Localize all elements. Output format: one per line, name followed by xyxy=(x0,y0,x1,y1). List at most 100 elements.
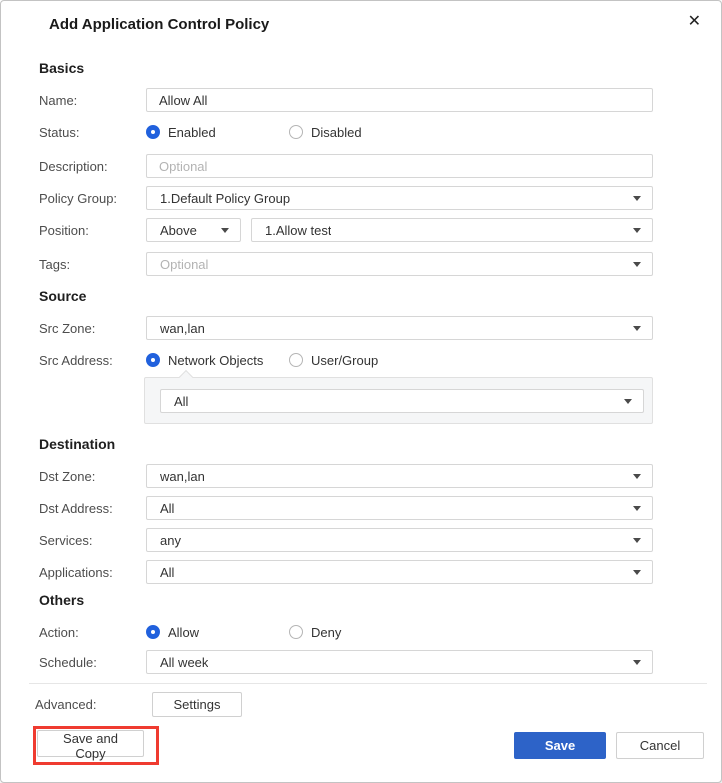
dialog-header: Add Application Control Policy ✕ xyxy=(1,1,721,36)
dst-address-value: All xyxy=(160,500,175,516)
src-address-network-objects-radio[interactable]: Network Objects xyxy=(146,353,289,368)
schedule-row: Schedule: All week xyxy=(39,650,653,674)
dialog-body: Basics Name: Status: Enabled Disabled D xyxy=(1,60,721,674)
dialog-footer: Advanced: Settings Save and Copy Save Ca… xyxy=(1,684,721,765)
schedule-field-wrap: All week xyxy=(146,650,653,674)
action-deny-radio[interactable]: Deny xyxy=(289,625,432,640)
src-address-network-objects-label: Network Objects xyxy=(168,352,264,368)
save-button[interactable]: Save xyxy=(514,732,606,759)
save-and-copy-button[interactable]: Save and Copy xyxy=(37,730,144,761)
status-disabled-label: Disabled xyxy=(311,124,362,140)
position-mode-select[interactable]: Above xyxy=(146,218,241,242)
src-zone-select[interactable]: wan,lan xyxy=(146,316,653,340)
action-radio-group: Allow Deny xyxy=(146,625,653,640)
chevron-down-icon xyxy=(633,474,641,479)
status-enabled-label: Enabled xyxy=(168,124,216,140)
position-field-wrap: Above 1.Allow test xyxy=(146,218,653,242)
src-address-panel-row: All xyxy=(39,369,653,424)
schedule-select[interactable]: All week xyxy=(146,650,653,674)
applications-select[interactable]: All xyxy=(146,560,653,584)
src-address-user-group-label: User/Group xyxy=(311,352,379,368)
chevron-down-icon xyxy=(624,399,632,404)
chevron-down-icon xyxy=(633,660,641,665)
dst-address-label: Dst Address: xyxy=(39,500,113,516)
radio-unselected-icon xyxy=(289,125,303,139)
network-objects-value: All xyxy=(174,393,189,409)
position-mode-value: Above xyxy=(160,222,197,238)
callout-notch xyxy=(178,369,194,385)
radio-selected-icon xyxy=(146,625,160,639)
services-value: any xyxy=(160,532,181,548)
policy-group-select[interactable]: 1.Default Policy Group xyxy=(146,186,653,210)
settings-button[interactable]: Settings xyxy=(152,692,242,717)
dst-zone-field-wrap: wan,lan xyxy=(146,464,653,488)
chevron-down-icon xyxy=(633,228,641,233)
status-disabled-radio[interactable]: Disabled xyxy=(289,125,432,140)
src-address-user-group-radio[interactable]: User/Group xyxy=(289,353,432,368)
action-allow-label: Allow xyxy=(168,624,200,640)
close-icon[interactable]: ✕ xyxy=(688,13,701,31)
section-header-destination: Destination xyxy=(39,436,116,452)
status-label: Status: xyxy=(39,124,80,140)
position-label: Position: xyxy=(39,222,89,238)
src-address-radio-group: Network Objects User/Group xyxy=(146,353,653,368)
policy-group-value: 1.Default Policy Group xyxy=(160,190,291,206)
chevron-down-icon xyxy=(633,326,641,331)
name-input[interactable] xyxy=(146,88,653,112)
status-radio-group: Enabled Disabled xyxy=(146,125,653,140)
applications-row: Applications: All xyxy=(39,560,653,584)
name-row: Name: xyxy=(39,88,653,112)
dst-address-field-wrap: All xyxy=(146,496,653,520)
radio-selected-icon xyxy=(146,353,160,367)
chevron-down-icon xyxy=(633,262,641,267)
position-target-select[interactable]: 1.Allow test xyxy=(251,218,653,242)
dialog-title: Add Application Control Policy xyxy=(49,16,270,33)
position-target-value: 1.Allow test xyxy=(265,222,332,238)
section-header-others: Others xyxy=(39,592,85,608)
action-allow-radio[interactable]: Allow xyxy=(146,625,289,640)
tags-field-wrap: Optional xyxy=(146,252,653,276)
name-field-wrap xyxy=(146,88,653,112)
radio-unselected-icon xyxy=(289,625,303,639)
network-objects-panel: All xyxy=(144,369,653,424)
dst-zone-select[interactable]: wan,lan xyxy=(146,464,653,488)
section-header-basics: Basics xyxy=(39,60,85,76)
applications-field-wrap: All xyxy=(146,560,653,584)
status-enabled-radio[interactable]: Enabled xyxy=(146,125,289,140)
description-input[interactable] xyxy=(146,154,653,178)
src-address-label: Src Address: xyxy=(39,352,113,368)
advanced-label: Advanced: xyxy=(35,697,97,712)
action-deny-label: Deny xyxy=(311,624,342,640)
src-zone-value: wan,lan xyxy=(160,320,205,336)
services-select[interactable]: any xyxy=(146,528,653,552)
services-row: Services: any xyxy=(39,528,653,552)
policy-group-row: Policy Group: 1.Default Policy Group xyxy=(39,186,653,210)
chevron-down-icon xyxy=(633,196,641,201)
add-application-control-policy-dialog: Add Application Control Policy ✕ Basics … xyxy=(0,0,722,783)
tags-row: Tags: Optional xyxy=(39,252,653,276)
dst-zone-label: Dst Zone: xyxy=(39,468,96,484)
policy-group-label: Policy Group: xyxy=(39,190,118,206)
position-row: Position: Above 1.Allow test xyxy=(39,218,653,242)
status-row: Status: Enabled Disabled xyxy=(39,120,653,144)
cancel-button[interactable]: Cancel xyxy=(616,732,704,759)
description-row: Description: xyxy=(39,154,653,178)
chevron-down-icon xyxy=(633,538,641,543)
dst-zone-value: wan,lan xyxy=(160,468,205,484)
tags-placeholder: Optional xyxy=(160,256,209,272)
src-zone-field-wrap: wan,lan xyxy=(146,316,653,340)
network-objects-select[interactable]: All xyxy=(160,389,644,413)
src-zone-label: Src Zone: xyxy=(39,320,96,336)
name-label: Name: xyxy=(39,92,78,108)
tags-select[interactable]: Optional xyxy=(146,252,653,276)
description-label: Description: xyxy=(39,158,108,174)
services-label: Services: xyxy=(39,532,93,548)
action-label: Action: xyxy=(39,624,79,640)
applications-value: All xyxy=(160,564,175,580)
chevron-down-icon xyxy=(221,228,229,233)
radio-unselected-icon xyxy=(289,353,303,367)
services-field-wrap: any xyxy=(146,528,653,552)
dst-zone-row: Dst Zone: wan,lan xyxy=(39,464,653,488)
dst-address-select[interactable]: All xyxy=(146,496,653,520)
src-zone-row: Src Zone: wan,lan xyxy=(39,316,653,340)
